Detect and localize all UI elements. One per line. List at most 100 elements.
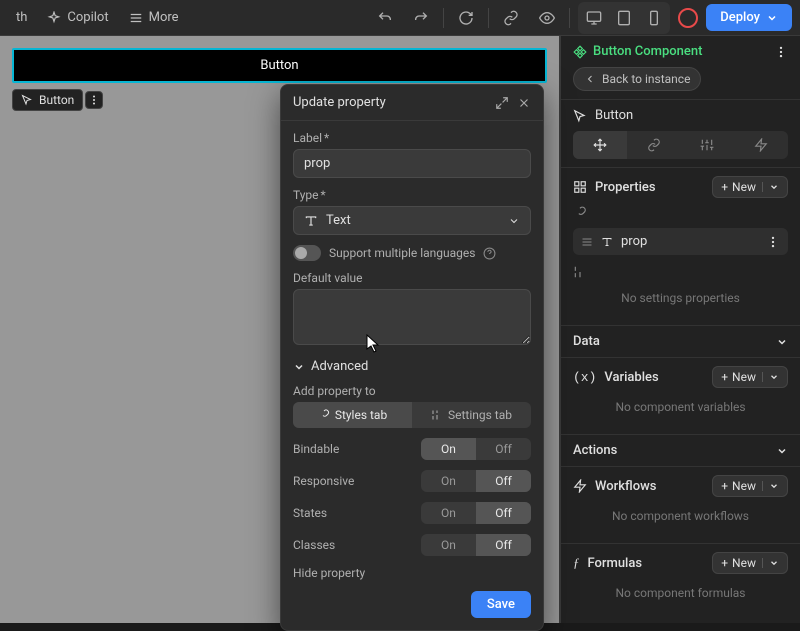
link-button[interactable] [497, 4, 525, 32]
section-actions[interactable]: Actions [573, 443, 617, 458]
undo-button[interactable] [371, 4, 399, 32]
hide-label: Hide property [293, 566, 531, 580]
type-field-label: Type [293, 188, 531, 202]
label: Deploy [720, 10, 760, 25]
property-row-prop[interactable]: prop [573, 228, 788, 255]
drag-icon[interactable] [581, 236, 593, 248]
component-title: Button Component [573, 44, 702, 59]
bindable-toggle[interactable]: OnOff [421, 438, 531, 460]
chevron-down-icon[interactable] [776, 445, 788, 457]
no-formulas-text: No component formulas [573, 574, 788, 612]
add-to-segment: Styles tab Settings tab [293, 402, 531, 428]
link-icon [318, 409, 330, 421]
new-variable-button[interactable]: +New [712, 366, 788, 388]
help-icon[interactable] [483, 247, 496, 260]
mini-tab-settings[interactable] [681, 131, 735, 159]
selected-element-row[interactable]: Button [573, 108, 788, 123]
sliders-icon [700, 138, 714, 152]
label: Advanced [311, 359, 368, 374]
label: Button [260, 58, 298, 73]
dots-vertical-icon[interactable] [766, 235, 780, 249]
link-icon [647, 138, 661, 152]
no-workflows-text: No component workflows [573, 497, 788, 535]
deploy-button[interactable]: Deploy [706, 4, 792, 31]
eye-icon [539, 10, 555, 26]
properties-panel: Button Component Back to instance Button [560, 36, 800, 623]
multi-lang-toggle[interactable] [293, 245, 321, 261]
close-icon[interactable] [517, 96, 531, 110]
panel-mini-tabs [573, 131, 788, 159]
chevron-down-icon [769, 558, 779, 568]
advanced-toggle[interactable]: Advanced [293, 359, 531, 374]
chevron-down-icon [766, 12, 778, 24]
element-chip-more[interactable] [85, 91, 103, 109]
responsive-label: Responsive [293, 474, 354, 488]
topbar-item-copilot[interactable]: Copilot [39, 6, 116, 29]
move-icon [593, 138, 607, 152]
section-formulas: ƒFormulas [573, 555, 642, 571]
label: More [149, 10, 179, 25]
mini-tab-move[interactable] [573, 131, 627, 159]
flash-icon [573, 479, 587, 493]
expand-icon[interactable] [495, 96, 509, 110]
back-to-instance[interactable]: Back to instance [573, 67, 701, 91]
grid-icon [573, 180, 587, 194]
component-icon [573, 45, 587, 59]
chevron-down-icon [769, 182, 779, 192]
section-data[interactable]: Data [573, 334, 600, 349]
multi-lang-label: Support multiple languages [329, 246, 475, 260]
eye-button[interactable] [533, 4, 561, 32]
redo-button[interactable] [407, 4, 435, 32]
classes-toggle[interactable]: OnOff [421, 534, 531, 556]
sliders-icon [573, 265, 587, 279]
new-property-button[interactable]: +New [712, 176, 788, 198]
new-workflow-button[interactable]: +New [712, 475, 788, 497]
bindable-label: Bindable [293, 442, 339, 456]
no-variables-text: No component variables [573, 388, 788, 426]
cursor-icon [573, 109, 587, 123]
element-chip[interactable]: Button [12, 89, 83, 111]
new-formula-button[interactable]: +New [712, 552, 788, 574]
label-field-label: Label [293, 131, 531, 145]
label: Button [39, 93, 74, 107]
dots-vertical-icon[interactable] [774, 45, 788, 59]
cursor-icon [21, 94, 33, 106]
label: Back to instance [602, 72, 690, 86]
chevron-down-icon [769, 372, 779, 382]
viewport-tablet[interactable] [610, 4, 638, 32]
save-button[interactable]: Save [471, 591, 531, 618]
flash-icon [754, 138, 768, 152]
chevron-down-icon [293, 361, 305, 373]
add-to-label: Add property to [293, 384, 531, 398]
viewport-group [578, 2, 670, 34]
sliders-icon [431, 409, 443, 421]
viewport-mobile[interactable] [640, 4, 668, 32]
chevron-down-icon [508, 215, 520, 227]
refresh-button[interactable] [452, 4, 480, 32]
classes-label: Classes [293, 538, 335, 552]
tab-styles[interactable]: Styles tab [293, 402, 412, 428]
viewport-desktop[interactable] [580, 4, 608, 32]
topbar-item-th[interactable]: th [8, 6, 35, 29]
mini-tab-flash[interactable] [734, 131, 788, 159]
tablet-icon [616, 10, 632, 26]
text-icon [601, 236, 613, 248]
value: Text [326, 213, 351, 228]
tab-settings[interactable]: Settings tab [412, 402, 531, 428]
topbar-item-more[interactable]: More [121, 6, 187, 29]
dots-vertical-icon [88, 94, 100, 106]
label: prop [621, 234, 647, 249]
states-toggle[interactable]: OnOff [421, 502, 531, 524]
canvas-button-element[interactable]: Button [12, 48, 547, 83]
label: Copilot [67, 10, 108, 25]
type-select[interactable]: Text [293, 206, 531, 235]
label-input[interactable] [293, 149, 531, 178]
mini-tab-link[interactable] [627, 131, 681, 159]
refresh-icon [458, 10, 474, 26]
responsive-toggle[interactable]: OnOff [421, 470, 531, 492]
record-indicator[interactable] [678, 8, 698, 28]
chevron-down-icon[interactable] [776, 336, 788, 348]
default-value-input[interactable] [293, 289, 531, 345]
redo-icon [413, 10, 429, 26]
hamburger-icon [129, 11, 143, 25]
